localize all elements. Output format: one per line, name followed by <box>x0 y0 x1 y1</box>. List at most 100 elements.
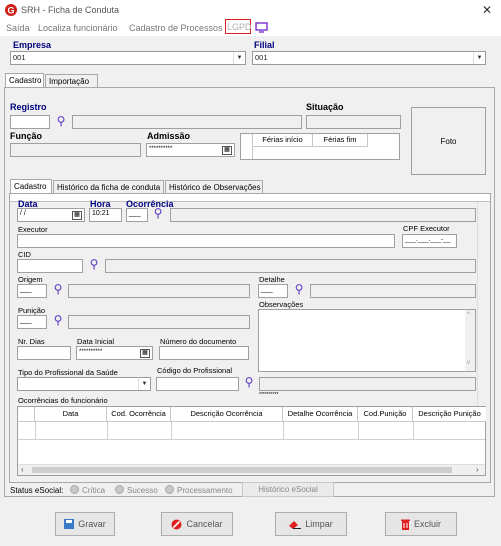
empresa-value: 001 <box>13 53 26 62</box>
executor-input[interactable] <box>17 234 395 248</box>
tab-cadastro-inner[interactable]: Cadastro <box>10 179 52 194</box>
cid-input[interactable] <box>17 259 83 273</box>
chevron-up-icon[interactable]: ^ <box>467 312 470 318</box>
search-icon[interactable]: ⚲ <box>151 207 165 221</box>
close-icon[interactable]: ✕ <box>482 3 492 17</box>
cancelar-button[interactable]: Cancelar <box>161 512 233 536</box>
observacoes-textarea[interactable]: ^ v <box>258 309 476 372</box>
observacoes-label: Observações <box>259 300 304 309</box>
col-data[interactable]: Data <box>35 407 107 422</box>
cpf-executor-label: CPF Executor <box>403 224 450 233</box>
table-row[interactable] <box>18 422 485 440</box>
calendar-icon[interactable]: ▦ <box>72 211 82 220</box>
radio-sucesso-label: Sucesso <box>127 486 158 495</box>
tab-historico-observacoes[interactable]: Histórico de Observações <box>165 180 263 194</box>
svg-text:G: G <box>8 6 15 16</box>
cid-desc-field <box>105 259 476 273</box>
filial-select[interactable]: 001 ▼ <box>252 51 486 65</box>
limpar-button[interactable]: Limpar <box>275 512 347 536</box>
radio-critica[interactable] <box>70 485 79 494</box>
col-cod-ocorrencia[interactable]: Cod. Ocorrência <box>107 407 171 422</box>
gravar-button[interactable]: Gravar <box>55 512 115 536</box>
title-bar: G SRH - Ficha de Conduta ✕ <box>0 0 501 20</box>
data-inicial-input[interactable]: ********** ▦ <box>76 346 153 360</box>
chevron-down-icon: ▼ <box>138 378 150 390</box>
situacao-label: Situação <box>306 102 344 112</box>
menu-cadastro-processos[interactable]: Cadastro de Processos <box>129 23 223 33</box>
chevron-left-icon[interactable]: ‹ <box>21 465 24 474</box>
search-icon[interactable]: ⚲ <box>292 283 306 297</box>
punicao-input[interactable]: ___ <box>17 315 47 329</box>
observacoes-scrollbar[interactable]: ^ v <box>465 310 475 371</box>
eraser-icon <box>289 521 302 529</box>
trash-icon <box>400 519 410 530</box>
col-detalhe-ocorrencia[interactable]: Detalhe Ocorrência <box>283 407 358 422</box>
scroll-thumb[interactable] <box>32 467 452 473</box>
empresa-label: Empresa <box>13 40 52 50</box>
status-esocial-label: Status eSocial: <box>10 486 64 495</box>
origem-value: ___ <box>20 286 32 293</box>
gravar-label: Gravar <box>78 519 106 529</box>
menu-localiza-funcionario[interactable]: Localiza funcionário <box>38 23 118 33</box>
ocorrencia-input[interactable]: ___ <box>126 208 148 222</box>
excluir-button[interactable]: Excluir <box>385 512 457 536</box>
col-cod-punicao[interactable]: Cod.Punição <box>358 407 413 422</box>
data-value: / / <box>20 210 26 217</box>
menu-saida[interactable]: Saída <box>6 23 30 33</box>
hora-value: 10:21 <box>92 210 110 217</box>
table-hscrollbar[interactable]: ‹ › <box>18 464 485 475</box>
admissao-input[interactable]: ********** ▦ <box>146 143 235 157</box>
empresa-select[interactable]: 001 ▼ <box>10 51 246 65</box>
col-descricao-punicao[interactable]: Descrição Punição <box>413 407 486 422</box>
col-descricao-ocorrencia[interactable]: Descrição Ocorrência <box>171 407 283 422</box>
tab-historico-ficha[interactable]: Histórico da ficha de conduta <box>53 180 164 194</box>
data-inicial-value: ********** <box>79 349 103 355</box>
search-icon[interactable]: ⚲ <box>242 376 256 390</box>
codigo-profissional-desc-field <box>259 377 476 391</box>
origem-desc-field <box>68 284 250 298</box>
cpf-executor-input[interactable]: ___.___.___-__ <box>402 234 457 248</box>
chevron-right-icon[interactable]: › <box>476 465 479 474</box>
registro-input[interactable] <box>10 115 50 129</box>
nr-dias-input[interactable] <box>17 346 71 360</box>
search-icon[interactable]: ⚲ <box>54 115 68 129</box>
historico-esocial-button[interactable]: Histórico eSocial <box>242 482 334 497</box>
ocorrencia-value: ___ <box>129 210 141 217</box>
radio-sucesso[interactable] <box>115 485 124 494</box>
origem-input[interactable]: ___ <box>17 284 47 298</box>
chevron-down-icon: ▼ <box>233 52 245 64</box>
photo-frame[interactable]: Foto <box>411 107 486 175</box>
menu-bar: Saída Localiza funcionário Cadastro de P… <box>0 19 501 36</box>
nr-dias-label: Nr. Dias <box>18 337 45 346</box>
codigo-profissional-input[interactable] <box>156 377 239 391</box>
search-icon[interactable]: ⚲ <box>51 283 65 297</box>
tipo-profissional-select[interactable]: ▼ <box>17 377 151 391</box>
ocorrencias-table[interactable]: Data Cod. Ocorrência Descrição Ocorrênci… <box>17 406 486 476</box>
filial-value: 001 <box>255 53 268 62</box>
tab-importacao[interactable]: Importação <box>45 74 98 88</box>
detalhe-input[interactable]: ___ <box>258 284 288 298</box>
codigo-profissional-label: Código do Profissional <box>157 366 233 375</box>
detalhe-value: ___ <box>261 286 273 293</box>
search-icon[interactable]: ⚲ <box>51 314 65 328</box>
data-input[interactable]: / / ▦ <box>17 208 85 222</box>
menu-lgpd[interactable]: LGPD <box>225 19 252 34</box>
detalhe-desc-field <box>310 284 476 298</box>
numero-documento-label: Número do documento <box>160 337 237 346</box>
ferias-grid: Férias início Férias fim <box>240 133 400 160</box>
calendar-icon[interactable]: ▦ <box>222 146 232 155</box>
monitor-icon[interactable] <box>255 22 268 33</box>
chevron-down-icon[interactable]: v <box>467 360 470 366</box>
numero-documento-input[interactable] <box>159 346 249 360</box>
situacao-field <box>306 115 401 129</box>
cancel-icon <box>171 519 182 529</box>
app-logo-icon: G <box>5 4 17 16</box>
tab-cadastro-top[interactable]: Cadastro <box>5 73 44 88</box>
radio-processamento[interactable] <box>165 485 174 494</box>
punicao-desc-field <box>68 315 250 329</box>
codigo-mask-hint: ********** <box>259 392 279 398</box>
funcao-field <box>10 143 141 157</box>
calendar-icon[interactable]: ▦ <box>140 349 150 358</box>
hora-input[interactable]: 10:21 <box>89 208 122 222</box>
search-icon[interactable]: ⚲ <box>87 258 101 272</box>
